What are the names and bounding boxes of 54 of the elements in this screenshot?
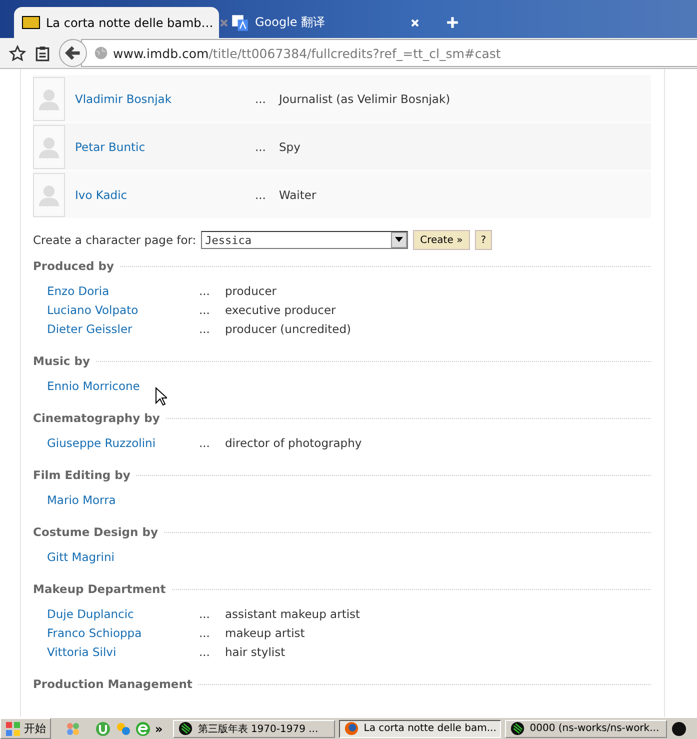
taskbar-button[interactable]: 第三版年表 1970-1979 ... (172, 720, 335, 738)
crew-role: makeup artist (225, 625, 305, 642)
crew-link[interactable]: Vittoria Silvi (47, 643, 199, 662)
ellipsis-text: ... (255, 92, 267, 106)
ellipsis-text: ... (199, 606, 211, 623)
crew-role: assistant makeup artist (225, 606, 360, 623)
ellipsis-text: ... (199, 302, 211, 319)
crew-link[interactable]: Dieter Geissler (47, 320, 199, 339)
section-heading: Makeup Department (33, 582, 166, 596)
crew-role: executive producer (225, 302, 336, 319)
ellipsis-text: ... (199, 283, 211, 300)
ellipsis-text: ... (199, 435, 211, 452)
taskbar-button[interactable]: La corta notte delle bam... (338, 720, 501, 738)
crew-link[interactable]: Gitt Magrini (47, 548, 199, 567)
crew-link[interactable]: Luciano Volpato (47, 301, 199, 320)
crew-link[interactable]: Franco Schioppa (47, 624, 199, 643)
ellipsis-text: ... (255, 188, 267, 202)
crew-link[interactable]: Enzo Doria (47, 282, 199, 301)
taskbar-button[interactable]: 0000 (ns-works/ns-work... (504, 720, 667, 738)
crew-link[interactable]: Ennio Morricone (47, 377, 199, 396)
actor-link[interactable]: Vladimir Bosnjak (75, 92, 255, 106)
create-button[interactable]: Create » (413, 230, 470, 250)
crew-role: hair stylist (225, 644, 286, 661)
character-page-label: Create a character page for: (33, 233, 196, 247)
crew-role: producer (uncredited) (225, 321, 351, 338)
crew-link[interactable]: Duje Duplancic (47, 605, 199, 624)
tab-title: La corta notte delle bamb… (46, 16, 214, 30)
tab-title: Google 翻译 (255, 14, 326, 31)
character-name: Spy (279, 140, 300, 154)
character-dropdown[interactable]: Jessica (201, 231, 408, 249)
crew-role: producer (225, 283, 277, 300)
character-name: Journalist (as Velimir Bosnjak) (279, 92, 450, 106)
ellipsis-text: ... (199, 625, 211, 642)
start-button[interactable]: 开始 (0, 718, 51, 739)
character-name: Waiter (279, 188, 316, 202)
section-heading: Production Management (33, 677, 192, 691)
ellipsis-text: ... (255, 140, 267, 154)
crew-link[interactable]: Mario Morra (47, 491, 199, 510)
browser-tab[interactable]: Google 翻译 (223, 7, 428, 38)
crew-link[interactable]: Giuseppe Ruzzolini (47, 434, 199, 453)
more-button[interactable]: » (155, 722, 163, 736)
help-button[interactable]: ? (474, 230, 492, 250)
ellipsis-text: ... (199, 321, 211, 338)
url-text: www.imdb.com/title/tt0067384/fullcredits?ref_=tt_cl_sm#cast (113, 46, 501, 60)
address-bar[interactable]: www.imdb.com/title/tt0067384/fullcredits?ref_=tt_cl_sm#cast (81, 39, 697, 67)
actor-link[interactable]: Ivo Kadic (75, 188, 255, 202)
section-heading: Music by (33, 354, 90, 368)
crew-role: director of photography (225, 435, 362, 452)
section-heading: Cinematography by (33, 411, 160, 425)
section-heading: Film Editing by (33, 468, 130, 482)
actor-link[interactable]: Petar Buntic (75, 140, 255, 154)
section-heading: Costume Design by (33, 525, 158, 539)
section-heading: Produced by (33, 259, 114, 273)
ellipsis-text: ... (199, 644, 211, 661)
